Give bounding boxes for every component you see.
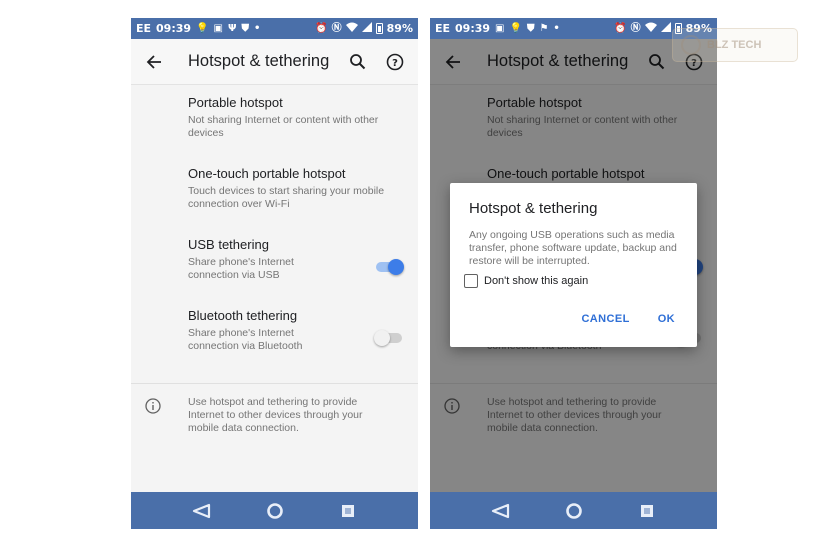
nav-home-button[interactable] [561, 498, 587, 524]
cancel-button[interactable]: CANCEL [581, 313, 629, 325]
watermark-logo-icon [681, 35, 701, 55]
ok-button[interactable]: OK [658, 313, 675, 325]
nfc-icon: Ⓝ [630, 22, 641, 34]
app-bar: Hotspot & tethering ? [131, 39, 418, 85]
nav-recents-icon [341, 504, 354, 517]
divider [131, 383, 418, 384]
help-circle-icon: ? [386, 53, 404, 70]
usb-icon: Ψ [227, 22, 237, 34]
help-button[interactable]: ? [376, 39, 414, 85]
setting-summary: Not sharing Internet or content with oth… [188, 114, 379, 139]
setting-title: Bluetooth tethering [188, 308, 298, 323]
shield-icon: ⛊ [241, 22, 249, 34]
setting-one-touch-hotspot[interactable]: One-touch portable hotspot Touch devices… [131, 156, 418, 224]
search-icon [349, 54, 365, 70]
carrier-label: EE [136, 22, 152, 35]
setting-summary: Touch devices to start sharing your mobi… [188, 185, 385, 210]
phone-screen-dialog: EE 09:39 ▣ 💡 ⛊ ⚑ • ⏰ Ⓝ 89% Hotspot & tet… [430, 18, 717, 529]
checkbox-label: Don't show this again [484, 275, 589, 287]
dialog-actions: CANCEL OK [581, 313, 675, 325]
dialog-message: Any ongoing USB operations such as media… [469, 229, 677, 267]
setting-usb-tethering[interactable]: USB tethering Share phone's Internet con… [131, 227, 418, 295]
nav-home-icon [565, 502, 582, 519]
nav-recents-button[interactable] [335, 498, 361, 524]
nav-recents-icon [640, 504, 653, 517]
signal-icon [660, 22, 671, 35]
wifi-icon [345, 22, 358, 35]
setting-title: USB tethering [188, 237, 269, 252]
setting-summary: Share phone's Internet connection via Bl… [188, 327, 303, 352]
alarm-icon: ⏰ [614, 22, 627, 34]
nfc-icon: Ⓝ [331, 22, 342, 34]
navigation-bar [131, 492, 418, 529]
setting-title: One-touch portable hotspot [188, 166, 346, 181]
svg-text:?: ? [392, 58, 398, 69]
watermark-text: BLZ TECH [707, 39, 762, 51]
nav-recents-button[interactable] [634, 498, 660, 524]
confirm-dialog: Hotspot & tethering Any ongoing USB oper… [450, 183, 697, 347]
nav-back-icon [491, 503, 509, 518]
alarm-icon: ⏰ [315, 22, 328, 34]
dot-icon: • [553, 22, 560, 34]
switch-thumb [388, 259, 404, 275]
info-footer: Use hotspot and tethering to provide Int… [131, 396, 418, 446]
setting-bluetooth-tethering[interactable]: Bluetooth tethering Share phone's Intern… [131, 298, 418, 366]
nav-back-button[interactable] [488, 498, 514, 524]
nav-home-icon [266, 502, 283, 519]
phone-screen-settings: EE 09:39 💡 ▣ Ψ ⛊ • ⏰ Ⓝ 89% Hotspot & tet… [131, 18, 418, 529]
nav-back-icon [192, 503, 210, 518]
navigation-bar [430, 492, 717, 529]
setting-summary: Share phone's Internet connection via US… [188, 256, 294, 281]
dialog-title: Hotspot & tethering [469, 200, 598, 217]
setting-portable-hotspot[interactable]: Portable hotspot Not sharing Internet or… [131, 85, 418, 153]
dont-show-again-option[interactable]: Don't show this again [464, 274, 588, 288]
battery-icon [375, 23, 383, 34]
watermark-logo: BLZ TECH [672, 28, 798, 62]
battery-percent: 89% [386, 22, 413, 35]
bluetooth-tethering-switch[interactable] [374, 330, 402, 346]
shield-icon: ⛊ [526, 22, 535, 34]
signal-icon [361, 22, 372, 35]
wifi-icon [644, 22, 657, 35]
nav-home-button[interactable] [262, 498, 288, 524]
search-button[interactable] [338, 39, 376, 85]
info-text: Use hotspot and tethering to provide Int… [188, 396, 363, 434]
carrier-label: EE [435, 22, 451, 35]
nav-back-button[interactable] [189, 498, 215, 524]
clock-label: 09:39 [156, 22, 192, 35]
status-bar: EE 09:39 💡 ▣ Ψ ⛊ • ⏰ Ⓝ 89% [131, 18, 418, 39]
setting-title: Portable hotspot [188, 95, 283, 110]
back-button[interactable] [131, 39, 177, 85]
page-title: Hotspot & tethering [188, 52, 330, 70]
bulb-icon: 💡 [509, 22, 522, 34]
arrow-left-icon [146, 54, 161, 69]
bulb-icon: 💡 [196, 22, 209, 34]
info-icon [145, 398, 161, 414]
photo-icon: ▣ [213, 22, 223, 34]
usb-tethering-switch[interactable] [376, 259, 404, 275]
dont-show-again-checkbox[interactable] [464, 274, 478, 288]
photo-icon: ▣ [495, 22, 505, 34]
dot-icon: • [253, 22, 261, 34]
clock-label: 09:39 [455, 22, 491, 35]
switch-thumb [374, 330, 390, 346]
flag-icon: ⚑ [539, 22, 549, 34]
